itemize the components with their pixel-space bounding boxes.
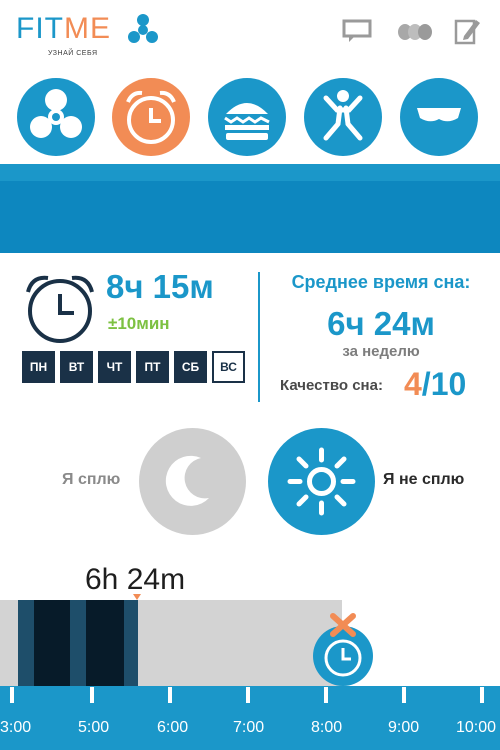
timeline-tick — [10, 687, 14, 703]
chat-icon[interactable] — [341, 18, 373, 44]
category-food-button[interactable] — [208, 78, 286, 156]
section-band — [0, 164, 500, 181]
category-rest-button[interactable] — [400, 78, 478, 156]
day-toggle-fri[interactable]: ПТ — [136, 351, 169, 383]
category-exercise-button[interactable] — [304, 78, 382, 156]
timeline-tick — [480, 687, 484, 703]
timeline-tick — [246, 687, 250, 703]
person-jump-icon — [323, 90, 363, 141]
day-toggle-sat[interactable]: СБ — [174, 351, 207, 383]
alarm-days: ПН ВТ ЧТ ПТ СБ ВС — [22, 351, 245, 383]
avg-sleep-title: Среднее время сна: — [291, 272, 471, 292]
sleep-duration: 6h 24m — [85, 563, 186, 596]
alarm-clock-icon — [126, 90, 176, 144]
sleep-quality-label: Качество сна: — [280, 377, 383, 394]
burger-icon — [224, 103, 270, 140]
sleep-segment — [70, 600, 86, 686]
category-sleep-button[interactable] — [112, 78, 190, 156]
sleep-quality-max: /10 — [421, 366, 467, 402]
sleep-quality-value: 4 — [404, 366, 422, 402]
sleep-quality-score: 4/10 — [404, 366, 466, 403]
sleep-button[interactable] — [139, 428, 246, 535]
sun-icon — [287, 447, 356, 516]
app-logo: FITME — [16, 14, 111, 44]
day-toggle-thu[interactable]: ЧТ — [98, 351, 131, 383]
timeline-tick — [168, 687, 172, 703]
sleep-segment — [86, 600, 124, 686]
fan-icon — [30, 89, 82, 138]
logo-mark-icon — [128, 14, 158, 43]
logo-me: ME — [64, 12, 111, 45]
timeline-tick — [324, 687, 328, 703]
app-header: FITME УЗНАЙ СЕБЯ — [0, 0, 500, 70]
alarm-tolerance[interactable]: ±10мин — [108, 314, 170, 334]
divider — [258, 272, 260, 402]
timeline-tick — [90, 687, 94, 703]
logo-fit: FIT — [16, 12, 64, 45]
avg-sleep-value: 6ч 24м — [327, 305, 435, 342]
day-toggle-tue[interactable]: ВТ — [60, 351, 93, 383]
edit-icon[interactable] — [454, 16, 482, 46]
wake-alarm-marker-icon[interactable] — [310, 612, 376, 686]
clock-icon — [26, 275, 94, 343]
sleep-segment — [124, 600, 138, 686]
section-banner — [0, 181, 500, 253]
app-tagline: УЗНАЙ СЕБЯ — [48, 50, 98, 57]
timeline-tick-label: 6:00 — [157, 719, 189, 736]
timeline-tick-label: 9:00 — [388, 719, 420, 736]
category-activity-button[interactable] — [17, 78, 95, 156]
sleep-label: Я сплю — [62, 471, 121, 488]
sleep-mask-icon — [417, 108, 461, 122]
day-toggle-sun[interactable]: ВС — [212, 351, 245, 383]
timeline-tick-label: 5:00 — [78, 719, 110, 736]
pills-icon[interactable] — [396, 22, 434, 42]
timeline-tick-label: 3:00 — [0, 719, 32, 736]
sleep-segment — [34, 600, 70, 686]
avg-sleep-period: за неделю — [342, 343, 420, 360]
timeline-tick-label: 10:00 — [456, 719, 497, 736]
alarm-time[interactable]: 8ч 15м — [106, 268, 214, 306]
timeline-tick — [402, 687, 406, 703]
sleep-segment — [18, 600, 34, 686]
timeline-tick-label: 7:00 — [233, 719, 265, 736]
day-toggle-mon[interactable]: ПН — [22, 351, 55, 383]
timeline-tick-label: 8:00 — [311, 719, 343, 736]
timeline-axis — [0, 686, 500, 750]
awake-button[interactable] — [268, 428, 375, 535]
awake-label: Я не сплю — [383, 471, 465, 488]
moon-icon — [165, 455, 209, 506]
